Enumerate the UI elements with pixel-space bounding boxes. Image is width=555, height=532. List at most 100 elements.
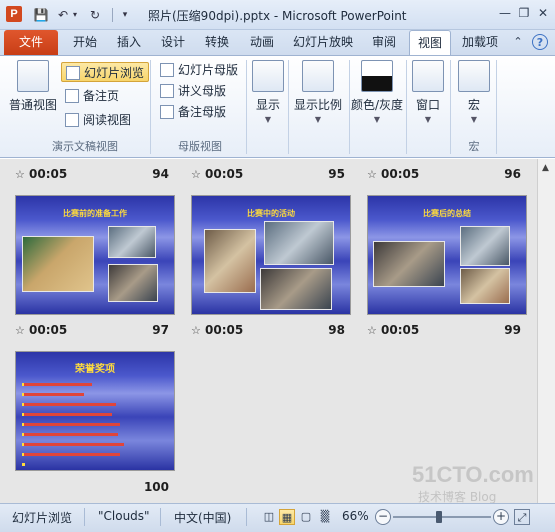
list-line <box>24 413 112 416</box>
slide-number: 97 <box>152 323 169 337</box>
magnifier-icon <box>302 60 334 92</box>
slide-sorter-button[interactable]: 幻灯片浏览 <box>61 62 150 82</box>
window-icon <box>412 60 444 92</box>
slide-number: 100 <box>143 480 169 494</box>
group-label-macros: 宏 <box>468 140 480 153</box>
slide-thumbnail-98[interactable]: 比赛中的活动 <box>191 195 351 315</box>
chevron-down-icon: ▼ <box>264 115 272 124</box>
transition-star-icon[interactable]: ☆ <box>15 168 27 181</box>
slide-transition-time: ☆ 00:05 <box>15 323 68 337</box>
group-separator <box>406 60 407 154</box>
list-line <box>24 393 84 396</box>
handout-master-button[interactable]: 讲义母版 <box>156 81 230 101</box>
redo-icon[interactable]: ↻ <box>86 6 104 24</box>
tab-slideshow[interactable]: 幻灯片放映 <box>287 30 359 55</box>
transition-star-icon[interactable]: ☆ <box>367 168 379 181</box>
slide-number: 95 <box>328 167 345 181</box>
status-separator <box>246 508 247 526</box>
tab-file[interactable]: 文件 <box>4 30 58 55</box>
undo-dropdown-icon[interactable]: ▾ <box>70 6 80 24</box>
macros-icon <box>458 60 490 92</box>
window-title: 照片(压缩90dpi).pptx - Microsoft PowerPoint <box>148 9 407 23</box>
list-line <box>24 403 116 406</box>
reading-view-icon[interactable]: ▢ <box>298 509 314 525</box>
slide-title: 荣誉奖项 <box>75 364 115 375</box>
scroll-up-icon[interactable]: ▲ <box>537 160 554 177</box>
transition-star-icon[interactable]: ☆ <box>191 324 203 337</box>
tab-insert[interactable]: 插入 <box>110 30 148 55</box>
slide-sorter-view-icon[interactable]: ▦ <box>279 509 295 525</box>
list-line <box>24 453 120 456</box>
tab-addins[interactable]: 加载项 <box>456 30 504 55</box>
tab-transitions[interactable]: 转换 <box>198 30 236 55</box>
zoom-slider-track[interactable] <box>393 516 491 518</box>
slide-photo <box>108 226 156 258</box>
reading-view-icon <box>65 112 79 127</box>
slide-photo <box>264 221 334 265</box>
minimize-icon[interactable]: — <box>497 5 513 21</box>
group-separator <box>150 60 151 154</box>
show-icon <box>252 60 284 92</box>
status-theme[interactable]: "Clouds" <box>98 509 150 523</box>
slide-number: 96 <box>504 167 521 181</box>
group-label-presentation-views: 演示文稿视图 <box>52 140 118 153</box>
slide-number: 94 <box>152 167 169 181</box>
save-icon[interactable]: 💾 <box>32 6 50 24</box>
help-icon[interactable]: ? <box>532 34 548 50</box>
normal-view-icon[interactable]: ◫ <box>261 509 277 525</box>
transition-star-icon[interactable]: ☆ <box>15 324 27 337</box>
fit-to-window-icon[interactable]: ⤢ <box>514 509 530 525</box>
window-button[interactable]: 窗口 ▼ <box>410 60 446 124</box>
qat-separator <box>112 8 113 22</box>
close-icon[interactable]: ✕ <box>535 5 551 21</box>
list-line <box>24 433 118 436</box>
tab-view[interactable]: 视图 <box>409 30 451 55</box>
normal-view-button[interactable]: 普通视图 <box>6 60 60 113</box>
powerpoint-app-icon[interactable]: P <box>6 6 22 22</box>
group-separator <box>288 60 289 154</box>
restore-icon[interactable]: ❐ <box>516 5 532 21</box>
slide-thumbnail-99[interactable]: 比赛后的总结 <box>367 195 527 315</box>
color-grayscale-button[interactable]: 颜色/灰度 ▼ <box>350 60 404 124</box>
group-separator <box>496 60 497 154</box>
status-separator <box>84 508 85 526</box>
slide-transition-time: ☆ 00:05 <box>191 323 244 337</box>
tab-home[interactable]: 开始 <box>66 30 104 55</box>
macros-button[interactable]: 宏 ▼ <box>456 60 492 124</box>
slide-master-icon <box>160 62 174 77</box>
chevron-up-icon[interactable]: ⌃ <box>510 34 526 50</box>
notes-master-button[interactable]: 备注母版 <box>156 102 230 122</box>
tab-review[interactable]: 审阅 <box>364 30 404 55</box>
zoom-button[interactable]: 显示比例 ▼ <box>291 60 345 124</box>
slideshow-icon[interactable]: ▒ <box>317 509 333 525</box>
list-line <box>24 423 120 426</box>
slide-title: 比赛中的活动 <box>247 209 295 218</box>
show-button[interactable]: 显示 ▼ <box>250 60 286 124</box>
status-language[interactable]: 中文(中国) <box>174 509 231 526</box>
notes-master-icon <box>160 104 174 119</box>
slide-thumbnail-97[interactable]: 比赛前的准备工作 <box>15 195 175 315</box>
watermark-logo: 51CTO.com <box>412 462 534 487</box>
transition-star-icon[interactable]: ☆ <box>367 324 379 337</box>
status-separator <box>160 508 161 526</box>
group-separator <box>246 60 247 154</box>
chevron-down-icon: ▼ <box>314 115 322 124</box>
vertical-scrollbar[interactable] <box>537 159 555 503</box>
zoom-level[interactable]: 66% <box>342 509 369 523</box>
list-line <box>24 443 124 446</box>
slide-thumbnail-100[interactable]: 荣誉奖项 <box>15 351 175 471</box>
notes-page-button[interactable]: 备注页 <box>61 86 123 106</box>
slide-photo <box>260 268 332 310</box>
tab-animations[interactable]: 动画 <box>242 30 282 55</box>
transition-star-icon[interactable]: ☆ <box>191 168 203 181</box>
zoom-in-icon[interactable]: + <box>493 509 509 525</box>
customize-qat-icon[interactable]: ▾ <box>116 6 134 24</box>
tab-design[interactable]: 设计 <box>154 30 192 55</box>
status-view-name: 幻灯片浏览 <box>12 511 73 525</box>
zoom-slider-thumb[interactable] <box>436 511 442 523</box>
slide-transition-time: ☆ 00:05 <box>191 167 244 181</box>
reading-view-button[interactable]: 阅读视图 <box>61 110 135 130</box>
slide-transition-time: ☆ 00:05 <box>367 167 420 181</box>
slide-master-button[interactable]: 幻灯片母版 <box>156 60 242 80</box>
zoom-out-icon[interactable]: − <box>375 509 391 525</box>
